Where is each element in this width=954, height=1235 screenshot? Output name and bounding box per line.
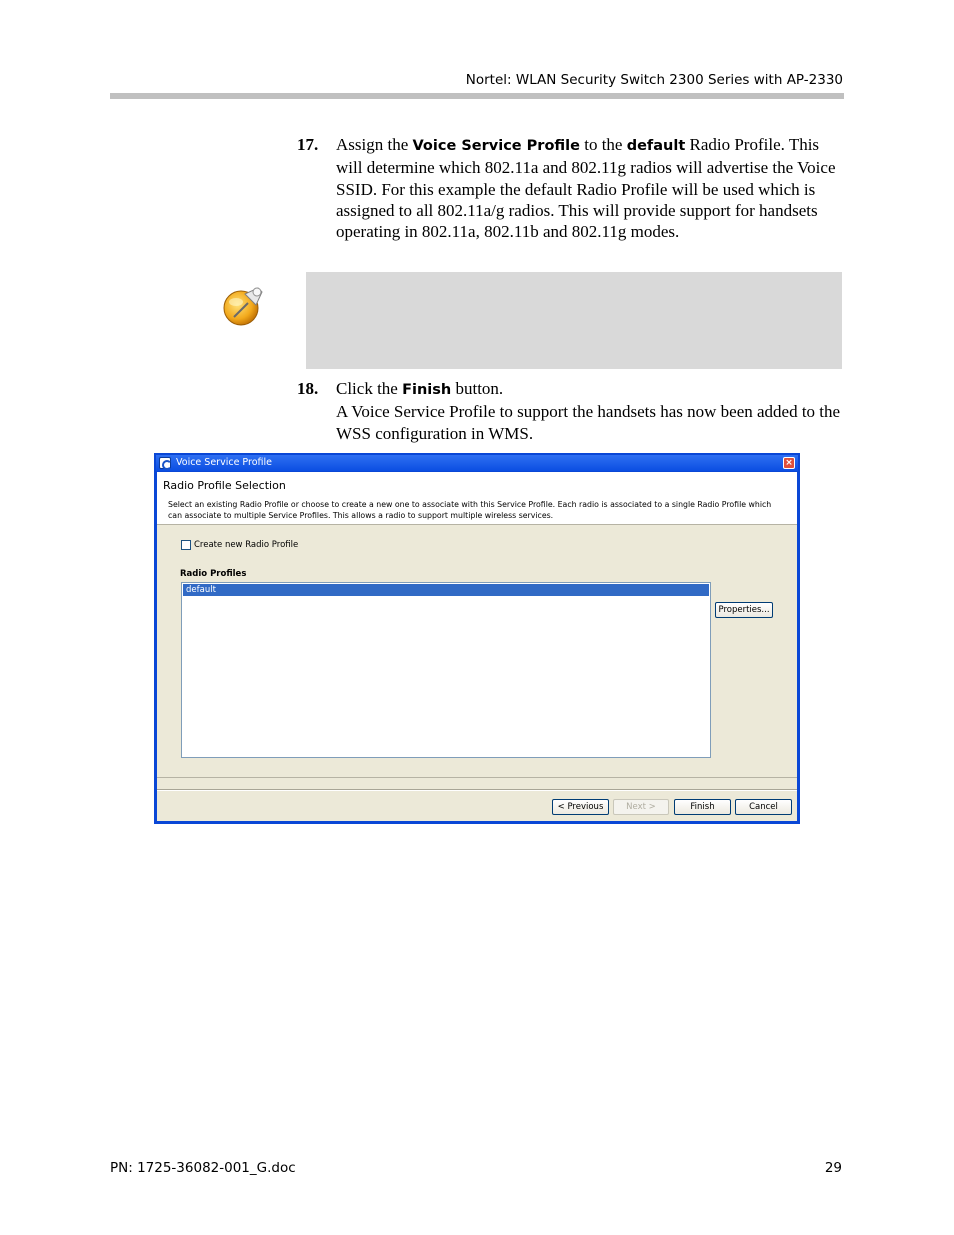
text-run: to the: [579, 135, 627, 154]
close-icon[interactable]: ×: [783, 457, 795, 469]
dialog-description: Select an existing Radio Profile or choo…: [168, 500, 772, 520]
keyword-finish: Finish: [402, 382, 452, 398]
text-run: Click the: [336, 379, 403, 398]
keyword-default: default: [626, 138, 686, 154]
radio-profiles-label: Radio Profiles: [180, 569, 247, 579]
step-body: Click the Finish button. A Voice Service…: [336, 378, 846, 444]
text-run: button.: [451, 379, 504, 398]
app-icon: [159, 457, 172, 470]
create-radio-profile-checkbox-row[interactable]: Create new Radio Profile: [181, 540, 298, 550]
dialog-title: Voice Service Profile: [176, 457, 272, 468]
pushpin-note-icon: [223, 287, 263, 326]
step-number: 18.: [297, 379, 319, 398]
checkbox-label: Create new Radio Profile: [194, 540, 299, 550]
note-box: [306, 272, 842, 369]
list-item[interactable]: default: [183, 584, 709, 596]
radio-profiles-list[interactable]: default: [181, 582, 711, 758]
previous-button[interactable]: < Previous: [552, 799, 609, 815]
header-rule: [110, 93, 844, 99]
step-number: 17.: [297, 135, 319, 154]
voice-service-profile-dialog: Voice Service Profile × Radio Profile Se…: [154, 453, 800, 824]
step-paragraph: A Voice Service Profile to support the h…: [336, 402, 841, 443]
divider: [157, 789, 797, 791]
dialog-client-area: Radio Profile Selection Select an existi…: [157, 472, 797, 821]
next-button[interactable]: Next >: [613, 799, 669, 815]
dialog-heading: Radio Profile Selection: [163, 479, 286, 492]
keyword-voice-service-profile: Voice Service Profile: [412, 138, 580, 154]
footer-page-number: 29: [824, 1160, 842, 1176]
properties-button[interactable]: Properties...: [715, 602, 773, 618]
dialog-header-panel: Radio Profile Selection Select an existi…: [157, 472, 797, 525]
dialog-title-bar[interactable]: Voice Service Profile ×: [156, 455, 798, 471]
create-radio-profile-checkbox[interactable]: [181, 540, 191, 550]
divider: [157, 777, 797, 778]
step-paragraph: Assign the Voice Service Profile to the …: [336, 134, 846, 242]
text-run: Assign the: [336, 135, 413, 154]
page-header-title: Nortel: WLAN Security Switch 2300 Series…: [465, 72, 843, 88]
finish-button[interactable]: Finish: [674, 799, 731, 815]
step-body: Assign the Voice Service Profile to the …: [336, 134, 846, 242]
step-paragraph: Click the Finish button.: [336, 378, 846, 401]
cancel-button[interactable]: Cancel: [735, 799, 792, 815]
footer-doc-id: PN: 1725-36082-001_G.doc: [110, 1160, 296, 1176]
